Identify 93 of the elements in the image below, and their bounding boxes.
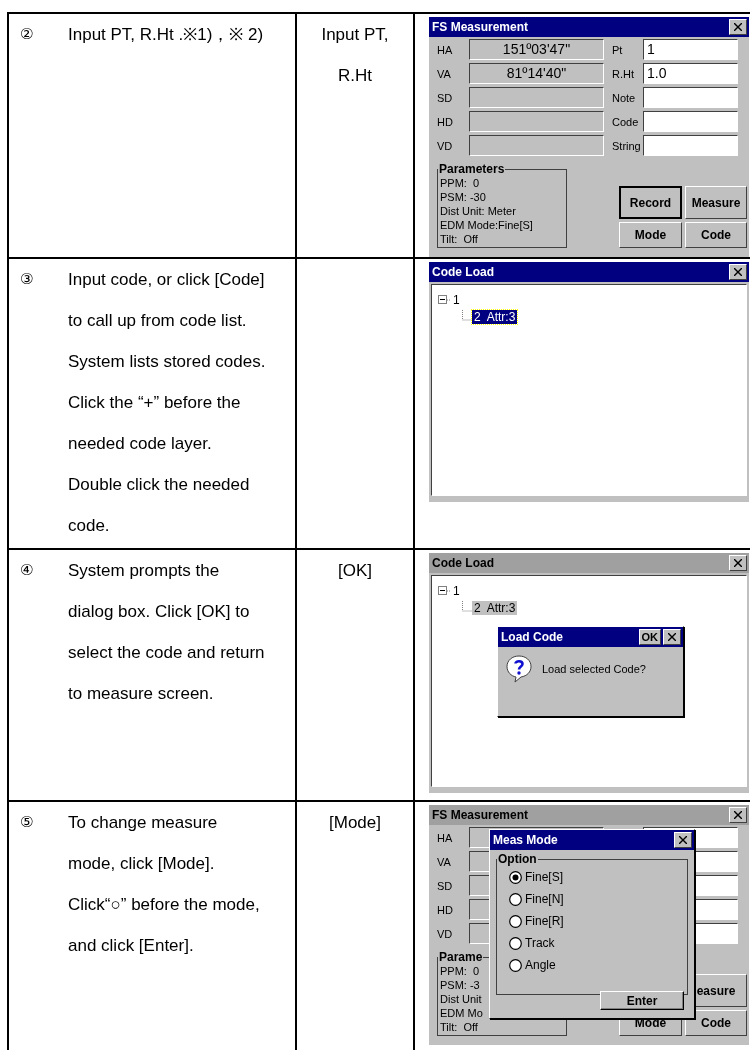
field-label: Note — [611, 91, 637, 104]
option-label[interactable]: Track — [525, 936, 555, 950]
window-title: FS Measurement — [432, 808, 529, 822]
push-button[interactable]: Measure — [685, 186, 747, 219]
step-number: ⑤ — [20, 812, 35, 833]
field-label: VD — [437, 927, 454, 940]
field-label: HA — [437, 43, 454, 56]
step-number: ④ — [20, 560, 35, 581]
option-label[interactable]: Angle — [525, 958, 556, 972]
field-label: HA — [437, 831, 454, 844]
close-button[interactable] — [729, 19, 747, 35]
window-title: Code Load — [432, 265, 494, 279]
tree-item[interactable]: 2 Attr:3 — [472, 600, 518, 615]
window-title: FS Measurement — [432, 20, 529, 34]
close-button[interactable] — [663, 629, 681, 645]
close-icon — [734, 268, 742, 276]
close-button[interactable] — [729, 555, 747, 571]
parameter-text: Tilt: Off — [440, 1020, 478, 1034]
group-title: Option — [497, 852, 538, 866]
input-field[interactable]: 1 — [643, 39, 738, 60]
key-text: [OK] — [338, 560, 372, 582]
readout-field: 151º03'47" — [469, 39, 604, 60]
close-icon — [734, 23, 742, 31]
field-label: SD — [437, 879, 454, 892]
key-text: [Mode] — [329, 812, 381, 834]
field-label: HD — [437, 115, 454, 128]
tree-line — [462, 600, 472, 615]
input-field[interactable] — [643, 135, 738, 156]
enter-button[interactable]: Enter — [600, 991, 684, 1010]
group-title: Parameters — [438, 162, 506, 176]
field-label: VA — [437, 67, 452, 80]
push-button[interactable]: Code — [685, 1010, 747, 1036]
field-label: SD — [437, 91, 454, 104]
step-number: ② — [20, 24, 35, 45]
tree-item[interactable]: 1 — [451, 583, 462, 598]
field-label: VD — [437, 139, 454, 152]
instruction-text: Input code, or click [Code] to call up from code list. System lists stored codes. Click the “+” before the needed code layer. Double click the needed code. — [68, 269, 267, 537]
radio-button[interactable] — [509, 892, 522, 906]
parameter-text: Dist Unit: Meter — [440, 204, 516, 218]
tree-item[interactable]: 1 — [451, 292, 462, 307]
parameter-text: EDM Mode:Fine[S] — [440, 218, 533, 232]
group-title: Parame — [438, 950, 484, 964]
window-title: Meas Mode — [493, 833, 558, 847]
option-label[interactable]: Fine[R] — [525, 914, 564, 928]
parameter-text: PPM: 0 — [440, 176, 480, 190]
instruction-text: Input PT, R.Ht .※1)，※ 2) — [68, 24, 265, 46]
key-text: Input PT, R.Ht — [320, 24, 390, 87]
radio-button[interactable] — [509, 958, 522, 972]
field-label: Pt — [611, 43, 624, 56]
close-icon — [679, 836, 687, 844]
input-field[interactable] — [643, 111, 738, 132]
parameter-text: EDM Mo — [440, 1006, 483, 1020]
window-title: Code Load — [432, 556, 494, 570]
close-icon — [734, 811, 742, 819]
question-icon — [506, 655, 532, 683]
field-label: HD — [437, 903, 454, 916]
parameter-text: PSM: -30 — [440, 190, 486, 204]
field-label: Code — [611, 115, 640, 128]
tree-line — [462, 309, 472, 324]
radio-button[interactable] — [509, 914, 522, 928]
close-button[interactable] — [729, 807, 747, 823]
field-label: String — [611, 139, 642, 152]
push-button[interactable]: Mode — [619, 222, 682, 248]
radio-button[interactable] — [509, 870, 522, 884]
close-icon — [668, 633, 676, 641]
tree-line — [447, 589, 451, 592]
close-icon — [734, 559, 742, 567]
radio-button[interactable] — [509, 936, 522, 950]
ok-button[interactable]: OK — [638, 629, 661, 645]
close-button[interactable] — [674, 832, 692, 848]
collapse-icon[interactable] — [438, 295, 447, 304]
window-title: Load Code — [501, 630, 563, 644]
step-number: ③ — [20, 269, 35, 290]
input-field[interactable]: 1.0 — [643, 63, 738, 84]
parameter-text: Dist Unit — [440, 992, 482, 1006]
push-button[interactable]: Code — [685, 222, 747, 248]
parameter-text: PPM: 0 — [440, 964, 480, 978]
push-button[interactable]: Record — [619, 186, 682, 219]
input-field[interactable] — [643, 87, 738, 108]
instruction-text: To change measure mode, click [Mode]. Click“○” before the mode, and click [Enter]. — [68, 812, 261, 957]
close-button[interactable] — [729, 264, 747, 280]
parameter-text: Tilt: Off — [440, 232, 478, 246]
field-label: VA — [437, 855, 452, 868]
field-label: R.Ht — [611, 67, 635, 80]
collapse-icon[interactable] — [438, 586, 447, 595]
instruction-text: System prompts the dialog box. Click [OK] to select the code and return to measure screen. — [68, 560, 266, 705]
tree-item[interactable]: 2 Attr:3 — [472, 309, 518, 324]
option-label[interactable]: Fine[N] — [525, 892, 564, 906]
option-label[interactable]: Fine[S] — [525, 870, 563, 884]
readout-field: 81º14'40" — [469, 63, 604, 84]
parameter-text: PSM: -3 — [440, 978, 480, 992]
tree-line — [447, 298, 451, 301]
dialog-message: Load selected Code? — [542, 663, 646, 675]
